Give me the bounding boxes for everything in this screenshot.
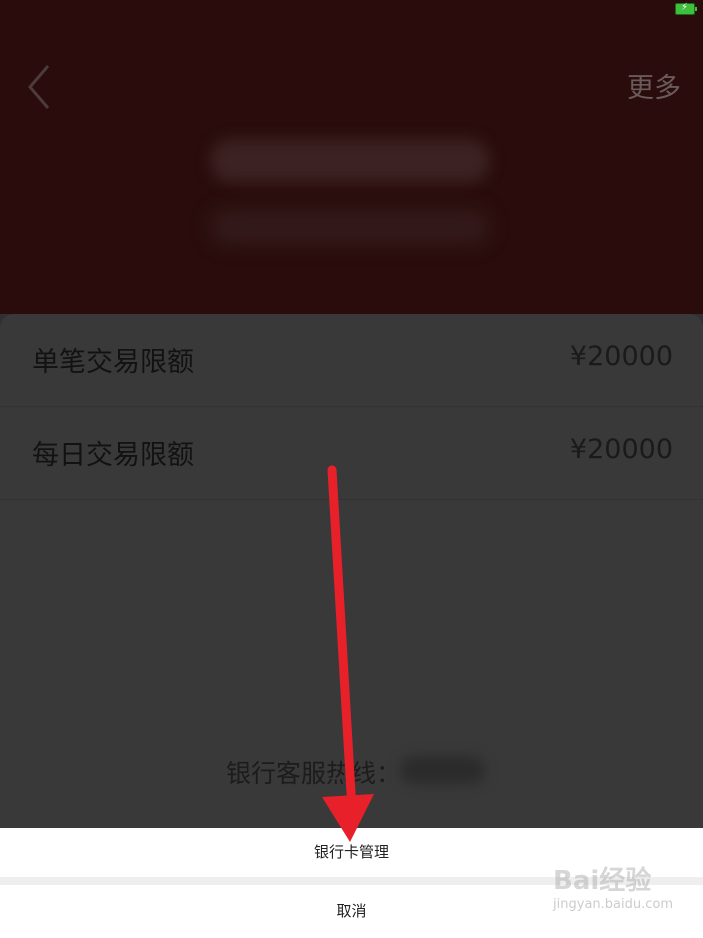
blurred-card-name xyxy=(210,139,490,183)
limit-label: 每日交易限额 xyxy=(32,440,194,471)
status-bar: ⚡ xyxy=(0,0,703,22)
limit-value: ¥20000 xyxy=(569,434,673,465)
limit-value: ¥20000 xyxy=(569,341,673,372)
limits-panel: 单笔交易限额 ¥20000 每日交易限额 ¥20000 银行客服热线： xyxy=(0,314,703,828)
watermark-url: jingyan.baidu.com xyxy=(553,897,673,912)
more-button[interactable]: 更多 xyxy=(627,66,681,105)
limit-label: 单笔交易限额 xyxy=(32,347,194,378)
blurred-card-number xyxy=(210,209,490,245)
battery-charging-icon: ⚡ xyxy=(675,2,697,15)
watermark: Bai经验 jingyan.baidu.com xyxy=(553,860,673,912)
watermark-brand: Bai经验 xyxy=(553,866,652,896)
card-header: 更多 xyxy=(0,22,703,314)
limit-row-single: 单笔交易限额 ¥20000 xyxy=(0,314,703,407)
hotline-label: 银行客服热线： xyxy=(226,759,402,788)
chevron-left-icon[interactable] xyxy=(26,64,66,110)
blurred-hotline-number xyxy=(400,756,485,784)
limit-row-daily: 每日交易限额 ¥20000 xyxy=(0,407,703,500)
